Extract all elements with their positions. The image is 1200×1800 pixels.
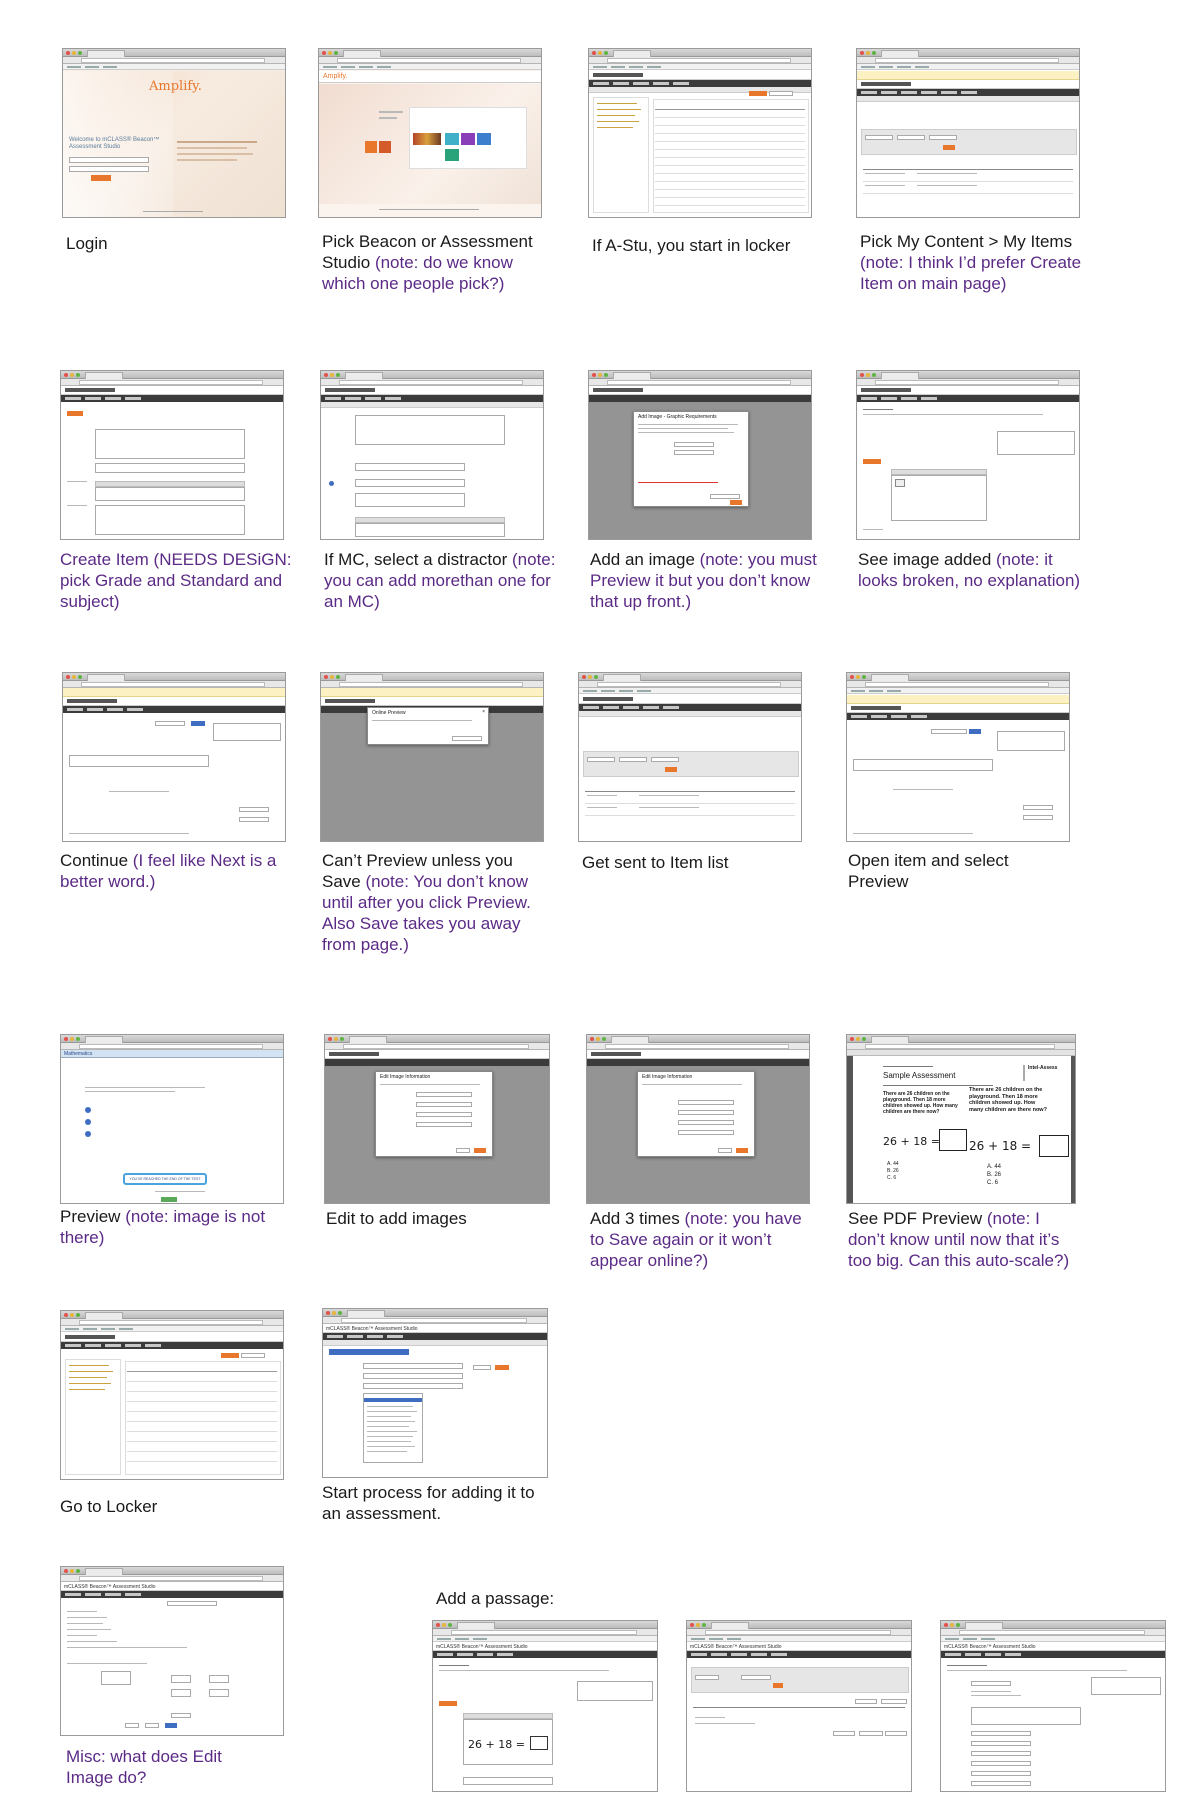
add-image-modal[interactable]: Add Image - Graphic Requirements (633, 411, 749, 507)
choice-c-icon[interactable] (85, 1131, 91, 1137)
screenshot-image-added[interactable] (856, 370, 1080, 540)
modal-title: Edit Image Information (380, 1074, 431, 1080)
continue-button[interactable] (191, 721, 205, 726)
screenshot-pdf-preview[interactable]: Sample Assessment Intel-Assess There are… (846, 1034, 1076, 1204)
close-icon[interactable]: × (482, 709, 485, 715)
studio-tile-icon[interactable] (379, 141, 391, 153)
caption-add-three: Add 3 times (note: you have to Save agai… (590, 1209, 802, 1270)
caption-locker: If A-Stu, you start in locker (592, 236, 791, 255)
screenshot-distractor[interactable] (320, 370, 544, 540)
caption-continue: Continue (I feel like Next is a better w… (60, 851, 277, 891)
caption-preview: Preview (note: image is not there) (60, 1207, 266, 1247)
screenshot-locker[interactable] (588, 48, 812, 218)
screenshot-edit-images[interactable]: Edit Image Information (324, 1034, 550, 1204)
answer-box-right (1039, 1135, 1069, 1157)
pdf-title: Sample Assessment (883, 1071, 956, 1080)
screenshot-pick-beacon[interactable]: Amplify. (318, 48, 542, 218)
intel-assess-logo: Intel-Assess (1023, 1065, 1063, 1081)
choice-b-icon[interactable] (85, 1119, 91, 1125)
grade-dropdown[interactable] (363, 1393, 423, 1463)
screenshot-add-image[interactable]: Add Image - Graphic Requirements (588, 370, 812, 540)
screenshot-my-items[interactable] (856, 48, 1080, 218)
answer-box-left (939, 1129, 967, 1151)
pdf-question-left: There are 26 children on the playground.… (883, 1091, 958, 1115)
create-button[interactable] (749, 91, 767, 96)
choice-a-icon[interactable] (85, 1107, 91, 1113)
online-preview-modal[interactable]: Online Preview × (367, 707, 489, 745)
screenshot-add-to-assessment[interactable]: mCLASS® Beacon™ Assessment Studio (322, 1308, 548, 1478)
welcome-text: Welcome to mCLASS® Beacon™ Assessment St… (69, 137, 160, 150)
screenshot-misc-edit-image[interactable]: mCLASS® Beacon™ Assessment Studio (60, 1566, 284, 1736)
edit-image-modal-2[interactable]: Edit Image Information (637, 1071, 755, 1157)
caption-pdf-preview: See PDF Preview (note: I don’t know unti… (848, 1209, 1070, 1270)
login-button[interactable] (91, 175, 111, 181)
caption-edit-images: Edit to add images (326, 1209, 467, 1228)
screenshot-add-three[interactable]: Edit Image Information (586, 1034, 810, 1204)
screenshot-passage-3[interactable]: mCLASS® Beacon™ Assessment Studio (940, 1620, 1166, 1792)
screenshot-item-list[interactable] (578, 672, 802, 842)
studio-title: mCLASS® Beacon™ Assessment Studio (944, 1644, 1036, 1650)
modal-title: Online Preview (372, 710, 406, 716)
caption-pick-beacon: Pick Beacon or Assessment Studio (note: … (322, 232, 533, 293)
caption-add-to-assessment: Start process for adding it to an assess… (322, 1483, 535, 1523)
caption-distractor: If MC, select a distractor (note: you ca… (324, 550, 556, 611)
end-of-test-banner: YOU’VE REACHED THE END OF THE TEST (123, 1173, 207, 1185)
screenshot-cant-preview[interactable]: Online Preview × (320, 672, 544, 842)
studio-title: mCLASS® Beacon™ Assessment Studio (690, 1644, 782, 1650)
screenshot-go-locker[interactable] (60, 1310, 284, 1480)
edit-image-modal[interactable]: Edit Image Information (375, 1071, 493, 1157)
broken-image-icon (895, 479, 905, 487)
amplify-logo-small: Amplify. (323, 73, 348, 80)
password-field[interactable] (69, 166, 149, 172)
caption-login: Login (66, 234, 108, 253)
caption-image-added: See image added (note: it looks broken, … (858, 550, 1081, 590)
caption-misc-edit-image: Misc: what does Edit Image do? (66, 1747, 222, 1787)
preview-subject: Mathematics (64, 1051, 93, 1057)
modal-title: Add Image - Graphic Requirements (638, 414, 717, 420)
preview-button[interactable] (969, 729, 981, 734)
pdf-equation-right: 26 + 18 = (969, 1139, 1032, 1153)
username-field[interactable] (69, 157, 149, 163)
caption-cant-preview: Can’t Preview unless you Save (note: You… (322, 851, 531, 954)
studio-title: mCLASS® Beacon™ Assessment Studio (64, 1584, 156, 1590)
caption-add-image: Add an image (note: you must Preview it … (590, 550, 817, 611)
caption-create-item: Create Item (NEEDS DESiGN: pick Grade an… (60, 550, 292, 611)
screenshot-passage-2[interactable]: mCLASS® Beacon™ Assessment Studio (686, 1620, 912, 1792)
caption-my-items: Pick My Content > My Items (note: I thin… (860, 232, 1082, 293)
screenshot-open-item[interactable] (846, 672, 1070, 842)
add-passage-title: Add a passage: (436, 1589, 555, 1608)
caption-open-item: Open item and select Preview (848, 851, 1009, 891)
studio-title: mCLASS® Beacon™ Assessment Studio (436, 1644, 528, 1650)
pdf-question-right: There are 26 children on the playground.… (969, 1087, 1047, 1113)
screenshot-passage-1[interactable]: mCLASS® Beacon™ Assessment Studio 26 + 1… (432, 1620, 658, 1792)
screenshot-create-item[interactable] (60, 370, 284, 540)
pdf-equation-left: 26 + 18 = (883, 1135, 940, 1148)
screenshot-preview[interactable]: Mathematics YOU’VE REACHED THE END OF TH… (60, 1034, 284, 1204)
modal-title: Edit Image Information (642, 1074, 693, 1080)
amplify-logo: Amplify. (149, 79, 202, 94)
beacon-tile-icon[interactable] (365, 141, 377, 153)
screenshot-login[interactable]: Amplify. Welcome to mCLASS® Beacon™ Asse… (62, 48, 286, 218)
studio-title: mCLASS® Beacon™ Assessment Studio (326, 1326, 418, 1332)
caption-item-list: Get sent to Item list (582, 853, 729, 872)
caption-go-locker: Go to Locker (60, 1497, 158, 1516)
screenshot-continue[interactable] (62, 672, 286, 842)
radio-icon[interactable] (329, 481, 334, 486)
